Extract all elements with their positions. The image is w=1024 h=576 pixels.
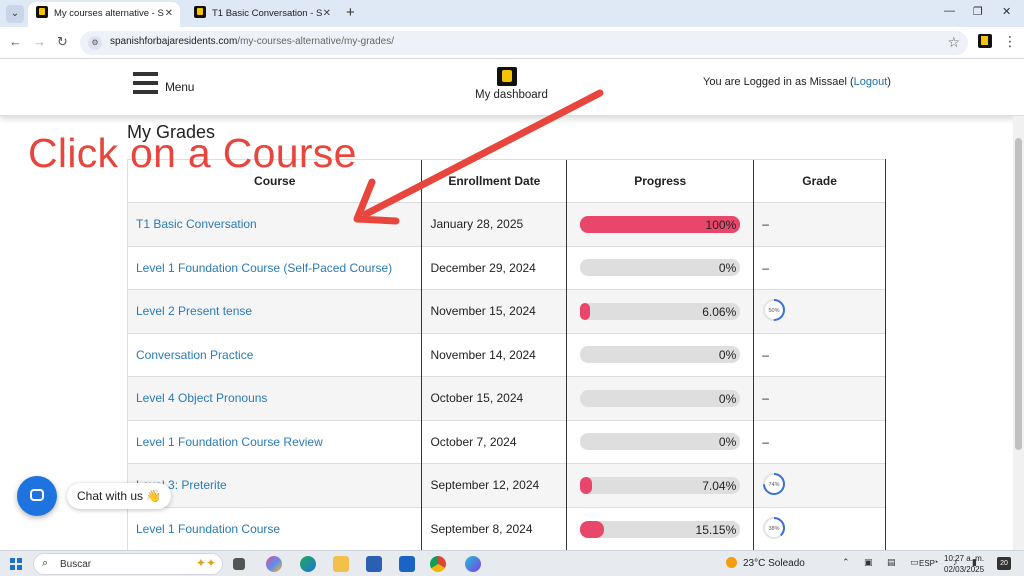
edge-browser-icon[interactable] bbox=[300, 556, 316, 572]
store-app-icon[interactable] bbox=[366, 556, 382, 572]
windows-start-icon[interactable] bbox=[10, 558, 22, 570]
sun-icon bbox=[726, 557, 737, 568]
copilot-sparkle-icon: ✦✦ bbox=[195, 556, 216, 570]
taskbar-clock[interactable]: 10:27 a. m. 02/03/2025 bbox=[944, 553, 984, 575]
task-view-icon[interactable] bbox=[233, 558, 245, 570]
scrollbar-thumb[interactable] bbox=[1015, 138, 1022, 450]
copilot-app-icon[interactable] bbox=[266, 556, 282, 572]
annotation-text: Click on a Course bbox=[28, 130, 357, 176]
page-scrollbar[interactable] bbox=[1013, 116, 1024, 550]
search-icon: ⌕ bbox=[42, 557, 49, 569]
windows-taskbar: ⌕ Buscar ✦✦ 23°C Soleado ⌃ ▣ ▤ ▭ ◔ ♪ ▮ E… bbox=[0, 550, 1024, 576]
chat-bubble-icon bbox=[30, 489, 44, 501]
weather-widget[interactable]: 23°C Soleado bbox=[726, 557, 805, 569]
chat-button[interactable] bbox=[17, 476, 57, 516]
chat-label[interactable]: Chat with us 👋 bbox=[67, 483, 172, 509]
language-indicator[interactable]: ESP bbox=[919, 559, 935, 568]
notification-badge[interactable]: 20 bbox=[997, 557, 1011, 570]
outlook-app-icon[interactable] bbox=[399, 556, 415, 572]
chrome-browser-icon[interactable] bbox=[430, 556, 446, 572]
taskbar-search-input[interactable]: ⌕ Buscar ✦✦ bbox=[33, 553, 223, 575]
file-explorer-icon[interactable] bbox=[333, 556, 349, 572]
canva-app-icon[interactable] bbox=[465, 556, 481, 572]
